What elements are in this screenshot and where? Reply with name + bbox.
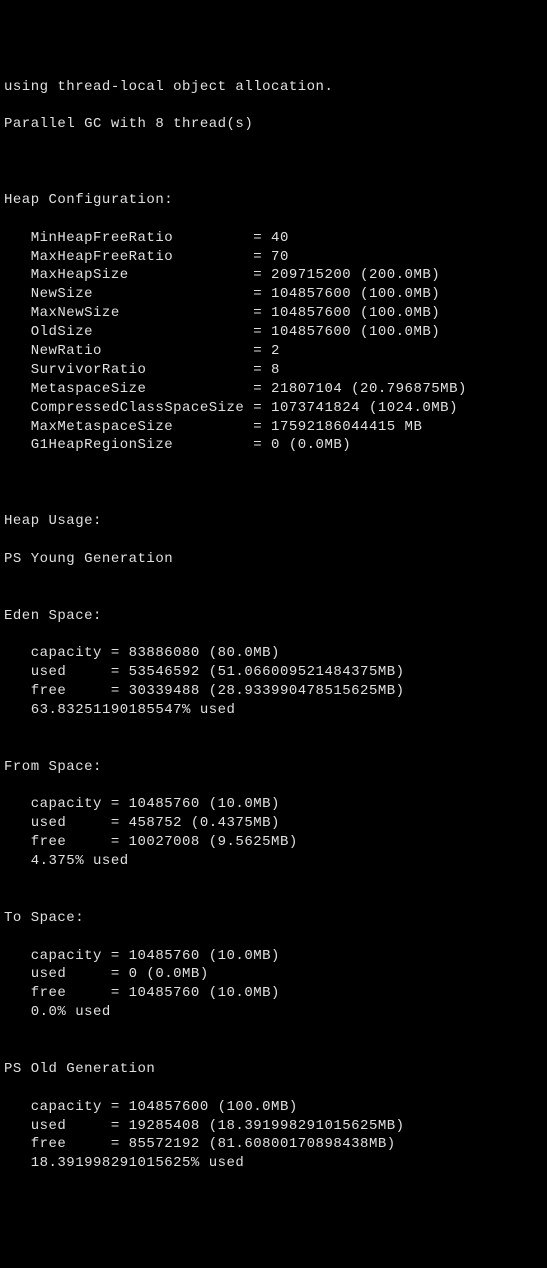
from-title: From Space: [4, 758, 543, 777]
usage-row: free = 30339488 (28.933990478515625MB) [4, 682, 543, 701]
blank [4, 474, 543, 493]
young-gen-title: PS Young Generation [4, 550, 543, 569]
usage-row: capacity = 83886080 (80.0MB) [4, 644, 543, 663]
blank [4, 153, 543, 172]
usage-row: used = 53546592 (51.066009521484375MB) [4, 663, 543, 682]
usage-row: used = 0 (0.0MB) [4, 965, 543, 984]
usage-row: free = 85572192 (81.60800170898438MB) [4, 1135, 543, 1154]
eden-title: Eden Space: [4, 607, 543, 626]
heap-config-row: MinHeapFreeRatio = 40 [4, 229, 543, 248]
header-line-1: using thread-local object allocation. [4, 78, 543, 97]
heap-config-row: MaxHeapSize = 209715200 (200.0MB) [4, 266, 543, 285]
heap-config-row: MetaspaceSize = 21807104 (20.796875MB) [4, 380, 543, 399]
usage-row: capacity = 10485760 (10.0MB) [4, 947, 543, 966]
usage-row: free = 10485760 (10.0MB) [4, 984, 543, 1003]
heap-config-row: SurvivorRatio = 8 [4, 361, 543, 380]
old-gen-title: PS Old Generation [4, 1060, 543, 1079]
heap-config-row: NewSize = 104857600 (100.0MB) [4, 285, 543, 304]
heap-config-row: MaxHeapFreeRatio = 70 [4, 248, 543, 267]
usage-pct: 18.391998291015625% used [4, 1154, 543, 1173]
usage-pct: 4.375% used [4, 852, 543, 871]
heap-config-row: G1HeapRegionSize = 0 (0.0MB) [4, 436, 543, 455]
usage-row: capacity = 104857600 (100.0MB) [4, 1098, 543, 1117]
usage-pct: 63.83251190185547% used [4, 701, 543, 720]
heap-config-title: Heap Configuration: [4, 191, 543, 210]
header-line-2: Parallel GC with 8 thread(s) [4, 115, 543, 134]
usage-row: used = 19285408 (18.391998291015625MB) [4, 1117, 543, 1136]
heap-usage-title: Heap Usage: [4, 512, 543, 531]
heap-config-row: NewRatio = 2 [4, 342, 543, 361]
usage-row: free = 10027008 (9.5625MB) [4, 833, 543, 852]
heap-config-row: MaxMetaspaceSize = 17592186044415 MB [4, 418, 543, 437]
to-title: To Space: [4, 909, 543, 928]
usage-pct: 0.0% used [4, 1003, 543, 1022]
usage-row: capacity = 10485760 (10.0MB) [4, 795, 543, 814]
usage-row: used = 458752 (0.4375MB) [4, 814, 543, 833]
heap-config-row: MaxNewSize = 104857600 (100.0MB) [4, 304, 543, 323]
heap-config-row: CompressedClassSpaceSize = 1073741824 (1… [4, 399, 543, 418]
heap-config-row: OldSize = 104857600 (100.0MB) [4, 323, 543, 342]
